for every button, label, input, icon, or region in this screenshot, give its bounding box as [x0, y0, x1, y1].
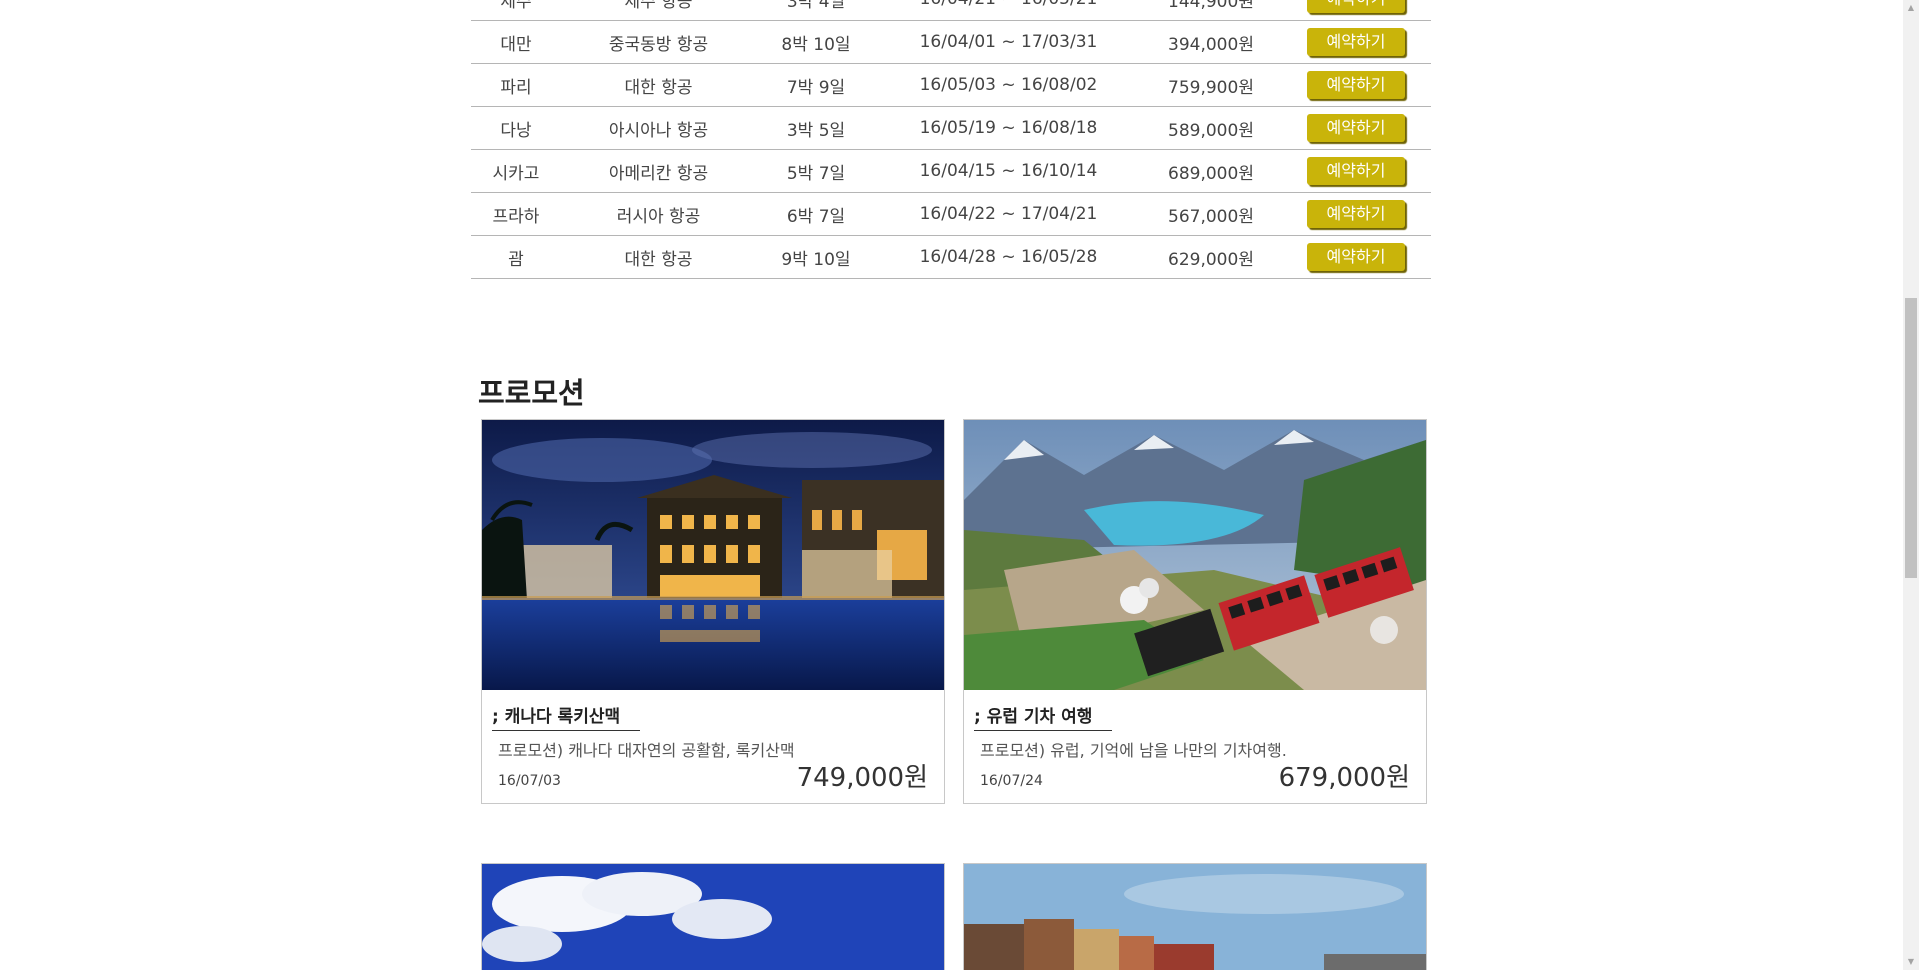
duration-cell: 7박 9일	[786, 77, 846, 98]
book-button[interactable]: 예약하기	[1307, 0, 1405, 13]
promotion-card[interactable]	[481, 863, 945, 970]
table-row: 제주 제주 항공 3박 4일 16/04/21 ~ 16/05/21 144,9…	[471, 0, 1431, 21]
city-cell: 프라하	[492, 206, 540, 227]
period-cell: 16/05/19 ~ 16/08/18	[919, 118, 1098, 138]
scrollbar[interactable]: ▲ ▼	[1903, 0, 1919, 970]
promotion-card[interactable]: ; 캐나다 록키산맥 프로모션) 캐나다 대자연의 공활함, 록키산맥 16/0…	[481, 419, 945, 804]
duration-cell: 6박 7일	[786, 206, 846, 227]
city-cell: 대만	[500, 34, 532, 55]
promotion-date: 16/07/24	[980, 773, 1043, 789]
period-cell: 16/04/01 ~ 17/03/31	[919, 32, 1098, 52]
airline-cell: 대한 항공	[624, 77, 693, 98]
table-row: 프라하 러시아 항공 6박 7일 16/04/22 ~ 17/04/21 567…	[471, 193, 1431, 236]
promotion-name: ; 캐나다 록키산맥	[492, 702, 641, 731]
duration-cell: 9박 10일	[781, 249, 851, 270]
promotion-card[interactable]: ; 유럽 기차 여행 프로모션) 유럽, 기억에 남을 나만의 기차여행. 16…	[963, 419, 1427, 804]
period-cell: 16/04/22 ~ 17/04/21	[919, 204, 1098, 224]
book-button[interactable]: 예약하기	[1307, 243, 1405, 271]
promotion-date: 16/07/03	[498, 773, 561, 789]
book-button[interactable]: 예약하기	[1307, 114, 1405, 142]
airline-cell: 제주 항공	[624, 0, 693, 12]
book-button[interactable]: 예약하기	[1307, 157, 1405, 185]
scroll-up-arrow-icon[interactable]: ▲	[1903, 0, 1919, 16]
airline-cell: 아시아나 항공	[608, 120, 709, 141]
promotion-image[interactable]	[964, 420, 1426, 690]
flight-table: 제주 제주 항공 3박 4일 16/04/21 ~ 16/05/21 144,9…	[471, 0, 1431, 279]
scrollbar-thumb[interactable]	[1905, 298, 1917, 578]
book-button[interactable]: 예약하기	[1307, 71, 1405, 99]
table-row: 대만 중국동방 항공 8박 10일 16/04/01 ~ 17/03/31 39…	[471, 21, 1431, 64]
city-cell: 다낭	[500, 120, 532, 141]
city-cell: 괌	[508, 249, 524, 270]
promotion-title: 프로모션	[478, 376, 585, 410]
city-cell: 제주	[500, 0, 532, 12]
price-cell: 629,000원	[1168, 249, 1254, 270]
table-row: 시카고 아메리칸 항공 5박 7일 16/04/15 ~ 16/10/14 68…	[471, 150, 1431, 193]
table-row: 괌 대한 항공 9박 10일 16/04/28 ~ 16/05/28 629,0…	[471, 236, 1431, 279]
promotion-price: 679,000원	[1278, 763, 1410, 793]
period-cell: 16/04/15 ~ 16/10/14	[919, 161, 1098, 181]
city-photo	[964, 864, 1426, 970]
price-cell: 759,900원	[1168, 77, 1254, 98]
city-cell: 파리	[500, 77, 532, 98]
period-cell: 16/04/28 ~ 16/05/28	[919, 247, 1098, 267]
book-button[interactable]: 예약하기	[1307, 28, 1405, 56]
duration-cell: 5박 7일	[786, 163, 846, 184]
duration-cell: 3박 4일	[786, 0, 846, 12]
promotion-description: 프로모션) 캐나다 대자연의 공활함, 록키산맥	[498, 741, 795, 760]
promotion-image[interactable]	[482, 420, 944, 690]
period-cell: 16/04/21 ~ 16/05/21	[876, 0, 1141, 9]
sky-photo	[482, 864, 944, 970]
price-cell: 394,000원	[1168, 34, 1254, 55]
airline-cell: 아메리칸 항공	[608, 163, 709, 184]
airline-cell: 중국동방 항공	[608, 34, 709, 55]
promotion-description: 프로모션) 유럽, 기억에 남을 나만의 기차여행.	[980, 741, 1287, 760]
train-photo	[964, 420, 1426, 690]
airline-cell: 대한 항공	[624, 249, 693, 270]
price-cell: 144,900원	[1168, 0, 1254, 12]
price-cell: 689,000원	[1168, 163, 1254, 184]
table-row: 파리 대한 항공 7박 9일 16/05/03 ~ 16/08/02 759,9…	[471, 64, 1431, 107]
promotion-card[interactable]	[963, 863, 1427, 970]
scroll-down-arrow-icon[interactable]: ▼	[1903, 954, 1919, 970]
table-row: 다낭 아시아나 항공 3박 5일 16/05/19 ~ 16/08/18 589…	[471, 107, 1431, 150]
duration-cell: 8박 10일	[781, 34, 851, 55]
promotion-name: ; 유럽 기차 여행	[974, 702, 1113, 731]
airline-cell: 러시아 항공	[616, 206, 701, 227]
resort-photo	[482, 420, 944, 690]
city-cell: 시카고	[492, 163, 540, 184]
page: 제주 제주 항공 3박 4일 16/04/21 ~ 16/05/21 144,9…	[0, 0, 1903, 970]
price-cell: 567,000원	[1168, 206, 1254, 227]
book-button[interactable]: 예약하기	[1307, 200, 1405, 228]
period-cell: 16/05/03 ~ 16/08/02	[919, 75, 1098, 95]
promotion-price: 749,000원	[796, 763, 928, 793]
duration-cell: 3박 5일	[786, 120, 846, 141]
price-cell: 589,000원	[1168, 120, 1254, 141]
